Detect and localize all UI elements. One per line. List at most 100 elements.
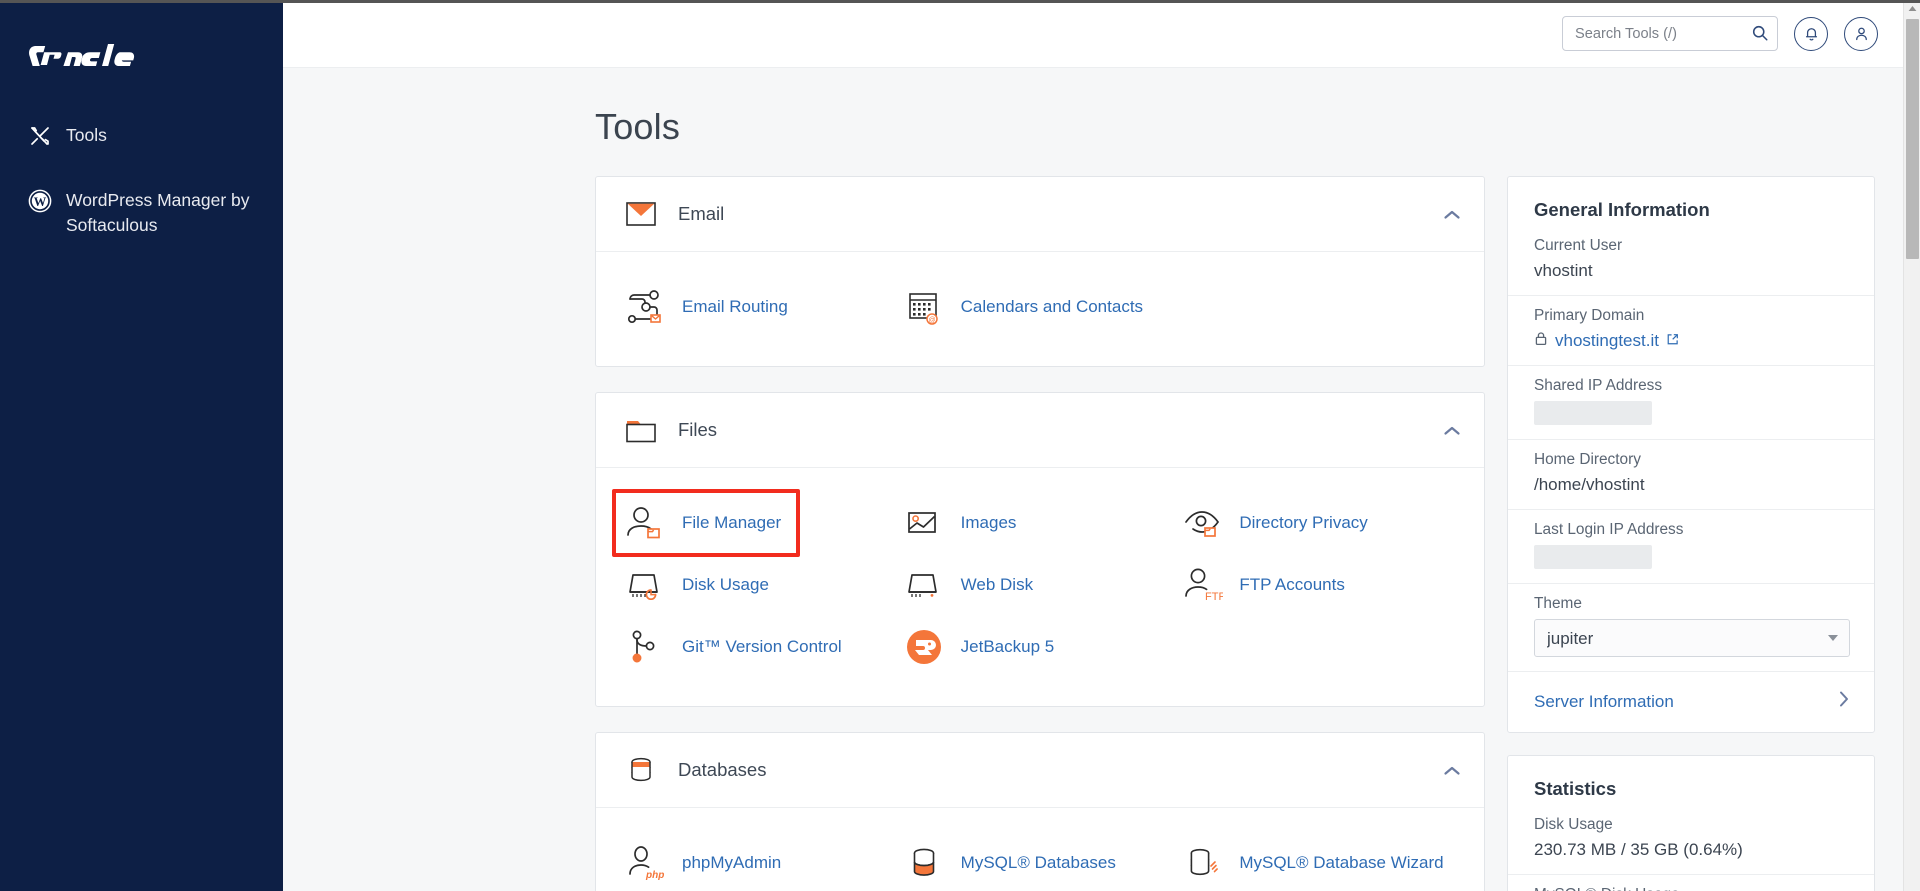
git-icon: [624, 626, 666, 668]
tools-column: Email Email Routing @ Calendars and Cont…: [595, 176, 1485, 891]
tool-label: File Manager: [682, 512, 782, 532]
tool-mysql-databases[interactable]: MySQL® Databases: [901, 832, 1180, 891]
section-header-files[interactable]: Files: [596, 393, 1484, 468]
info-label: Last Login IP Address: [1534, 521, 1684, 538]
images-icon: [903, 502, 945, 544]
vertical-scrollbar[interactable]: [1903, 0, 1920, 891]
search-input[interactable]: [1562, 16, 1778, 51]
chevron-up-icon[interactable]: [1442, 764, 1462, 776]
tool-file-manager[interactable]: File Manager: [612, 489, 901, 557]
cpanel-logo[interactable]: [0, 8, 283, 86]
section-title: Email: [678, 203, 725, 224]
svg-text:FTP: FTP: [1205, 591, 1223, 603]
tool-ftp-accounts[interactable]: FTP FTP Accounts: [1179, 554, 1458, 616]
section-header-databases[interactable]: Databases: [596, 733, 1484, 808]
tool-email-routing[interactable]: Email Routing: [622, 276, 901, 338]
stat-mysql-disk-usage: MySQL® Disk Usage: [1508, 874, 1874, 891]
tool-grid-email: Email Routing @ Calendars and Contacts: [596, 252, 1484, 366]
tool-grid-files: File Manager Images Directory Privacy Di…: [596, 468, 1484, 706]
tool-jetbackup-5[interactable]: JetBackup 5: [901, 616, 1180, 678]
chevron-up-icon[interactable]: [1442, 424, 1462, 436]
notifications-button[interactable]: [1794, 16, 1828, 51]
page-scroll-area: Tools Email Email Routing @ Calendars an…: [283, 68, 1920, 891]
info-theme: Theme jupiter: [1508, 583, 1874, 671]
sidebar-nav: Tools W WordPress Manager by Softaculous: [0, 114, 283, 247]
envelope-icon: [622, 197, 660, 231]
info-value: [1534, 545, 1850, 569]
sidebar: Tools W WordPress Manager by Softaculous: [0, 0, 283, 891]
redacted-value: [1534, 545, 1652, 569]
sidebar-item-label: Tools: [66, 125, 107, 145]
tool-label: Calendars and Contacts: [960, 296, 1144, 316]
svg-text:php: php: [645, 870, 664, 881]
bell-icon: [1805, 28, 1817, 41]
tool-label: Directory Privacy: [1239, 512, 1368, 532]
statistics-title: Statistics: [1534, 778, 1617, 799]
sidebar-item-wordpress-manager[interactable]: W WordPress Manager by Softaculous: [0, 179, 283, 247]
info-label: Primary Domain: [1534, 307, 1645, 324]
chevron-up-icon[interactable]: [1442, 208, 1462, 220]
tool-label: Images: [960, 512, 1017, 532]
section-databases: Databases php phpMyAdmin MySQL® Database…: [595, 732, 1485, 891]
tool-label: Email Routing: [682, 296, 788, 316]
scrollbar-thumb[interactable]: [1906, 19, 1919, 259]
general-information-panel: General Information Current User vhostin…: [1507, 176, 1875, 733]
tool-web-disk[interactable]: Web Disk: [901, 554, 1180, 616]
file-manager-icon: [624, 502, 666, 544]
section-files: Files File Manager Images Directory Priv…: [595, 392, 1485, 707]
general-information-title: General Information: [1534, 199, 1710, 220]
info-current-user: Current User vhostint: [1508, 237, 1874, 295]
user-icon: [1855, 27, 1867, 41]
account-button[interactable]: [1844, 16, 1878, 51]
ftp-accounts-icon: FTP: [1181, 564, 1226, 606]
stat-label: MySQL® Disk Usage: [1534, 886, 1850, 891]
tools-icon: [28, 124, 52, 148]
tool-label: FTP Accounts: [1239, 574, 1345, 594]
svg-text:@: @: [928, 317, 935, 324]
primary-domain-link[interactable]: vhostingtest.it: [1555, 331, 1659, 351]
page-title: Tools: [595, 106, 681, 147]
tool-mysql-database-wizard[interactable]: MySQL® Database Wizard: [1179, 832, 1458, 891]
tool-grid-databases: php phpMyAdmin MySQL® Databases MySQL® D…: [596, 808, 1484, 891]
theme-select[interactable]: jupiter: [1534, 619, 1850, 657]
tool-label: Web Disk: [960, 574, 1034, 594]
mysql-databases-icon: [903, 842, 945, 884]
folder-icon: [622, 413, 660, 447]
server-information-row[interactable]: Server Information: [1508, 671, 1874, 732]
tool-images[interactable]: Images: [901, 492, 1180, 554]
info-label: Shared IP Address: [1534, 377, 1663, 394]
server-information-label: Server Information: [1534, 691, 1674, 711]
content-area: Tools Email: [283, 0, 1920, 891]
stat-disk-usage: Disk Usage 230.73 MB / 35 GB (0.64%): [1508, 816, 1874, 874]
redacted-value: [1534, 401, 1652, 425]
info-value[interactable]: vhostingtest.it: [1534, 331, 1850, 351]
section-header-email[interactable]: Email: [596, 177, 1484, 252]
search-icon[interactable]: [1751, 24, 1769, 42]
stat-value: 230.73 MB / 35 GB (0.64%): [1534, 840, 1743, 859]
phpmyadmin-icon: php: [624, 842, 666, 884]
sidebar-item-tools[interactable]: Tools: [0, 114, 283, 157]
disk-usage-icon: [624, 564, 666, 606]
search-tools: [1562, 16, 1778, 51]
info-primary-domain: Primary Domain vhostingtest.it: [1508, 295, 1874, 365]
tool-git-version-control[interactable]: Git™ Version Control: [622, 616, 901, 678]
tool-directory-privacy[interactable]: Directory Privacy: [1179, 492, 1458, 554]
tool-disk-usage[interactable]: Disk Usage: [622, 554, 901, 616]
tool-label: Disk Usage: [682, 574, 769, 594]
lock-icon: [1534, 331, 1548, 351]
tool-label: MySQL® Database Wizard: [1239, 852, 1444, 872]
tool-phpmyadmin[interactable]: php phpMyAdmin: [622, 832, 901, 891]
info-label: Theme: [1534, 595, 1582, 612]
mysql-wizard-icon: [1181, 842, 1223, 884]
info-value: vhostint: [1534, 261, 1593, 280]
info-value: [1534, 401, 1850, 425]
tool-label: phpMyAdmin: [682, 852, 782, 872]
calendar-at-icon: @: [903, 286, 945, 328]
email-routing-icon: [624, 286, 666, 328]
tool-label: JetBackup 5: [960, 636, 1055, 656]
tool-calendars-and-contacts[interactable]: @ Calendars and Contacts: [901, 276, 1180, 338]
chevron-right-icon: [1838, 690, 1850, 713]
external-link-icon[interactable]: [1666, 331, 1679, 351]
wordpress-icon: W: [28, 189, 52, 213]
tool-label: Git™ Version Control: [682, 636, 842, 656]
